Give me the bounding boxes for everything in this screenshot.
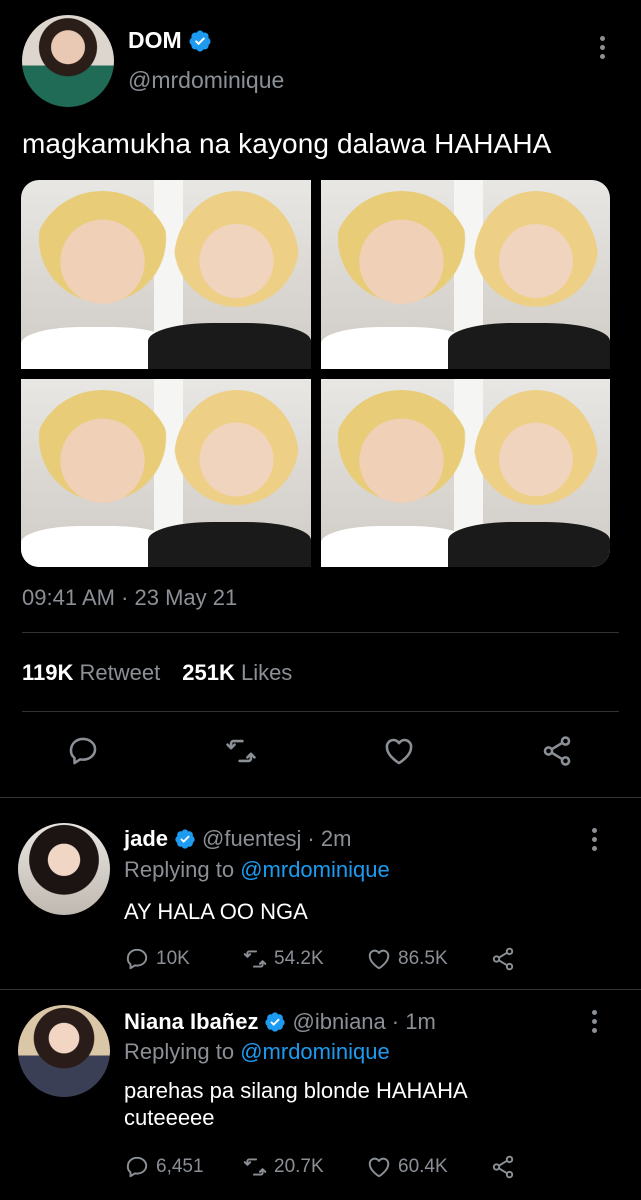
retweet-icon[interactable] [224,734,258,768]
reply-text-line: parehas pa silang blonde HAHAHA [124,1078,468,1103]
retweet-label: Retweet [79,660,161,685]
reply-action[interactable]: 10K [124,946,242,972]
like-count: 86.5K [398,948,448,969]
reply-action[interactable]: 6,451 [124,1154,242,1180]
reply-author-handle[interactable]: @ibniana [292,1009,385,1035]
like-action[interactable]: 60.4K [366,1154,490,1180]
retweet-count: 54.2K [274,948,324,969]
reply-meta: jade @fuentesj · 2m [124,826,351,852]
share-icon [492,1155,514,1179]
tweet-photo-4[interactable] [320,378,610,567]
heart-icon [368,1157,390,1178]
reply-count: 6,451 [156,1156,204,1177]
like-count: 251K [182,660,235,685]
author-name[interactable]: DOM [128,27,182,54]
like-label: Likes [240,660,293,685]
reply-icon [126,1156,148,1178]
share-icon[interactable] [540,734,574,768]
retweet-action[interactable]: 20.7K [242,1154,366,1180]
author-avatar[interactable] [22,15,114,107]
reply-actions: 6,451 20.7K 60.4K [124,1154,516,1180]
heart-icon[interactable] [382,734,416,768]
divider [22,632,619,633]
retweet-icon [243,1158,267,1176]
divider [0,989,641,990]
share-icon [492,947,514,971]
like-stat[interactable]: 251K Likes [182,660,292,686]
retweet-stat[interactable]: 119K Retweet [22,660,160,686]
reply-avatar[interactable] [18,823,110,915]
verified-badge-icon [265,1012,286,1032]
like-action[interactable]: 86.5K [366,946,490,972]
reply-text: AY HALA OO NGA [124,899,308,924]
tweet-photo-3[interactable] [21,378,311,567]
tweet-actions [0,734,641,774]
reply-time: · 1m [391,1009,436,1034]
reply-icon[interactable] [66,734,100,768]
like-count: 60.4K [398,1156,448,1177]
retweet-count: 119K [22,660,74,685]
divider [0,797,641,798]
replying-to: Replying to @mrdominique [124,1039,390,1065]
reply-text-line: cuteeeee [124,1105,215,1130]
reply-avatar[interactable] [18,1005,110,1097]
replying-mention[interactable]: @mrdominique [240,1039,390,1064]
author-name-row: DOM [128,27,212,54]
reply-author-name[interactable]: jade [124,826,168,852]
verified-badge-icon [189,30,211,51]
reply-time: · 2m [307,826,352,851]
tweet-photo-1[interactable] [21,180,311,369]
heart-icon [368,949,390,970]
divider [22,711,619,712]
tweet-text: magkamukha na kayong dalawa HAHAHA [22,128,552,159]
reply-text: parehas pa silang blonde HAHAHA cuteeeee [124,1077,468,1131]
share-action[interactable] [490,1154,516,1180]
more-vertical-icon[interactable] [590,828,598,851]
retweet-count: 20.7K [274,1156,324,1177]
reply-author-handle[interactable]: @fuentesj [202,826,301,852]
replying-prefix: Replying to [124,1039,235,1064]
more-vertical-icon[interactable] [598,36,606,59]
reply-meta: Niana Ibañez @ibniana · 1m [124,1009,436,1035]
replying-prefix: Replying to [124,857,235,882]
retweet-icon [243,950,267,968]
verified-badge-icon [175,829,195,849]
reply-author-name[interactable]: Niana Ibañez [124,1009,258,1035]
retweet-action[interactable]: 54.2K [242,946,366,972]
tweet-photo-2[interactable] [320,180,610,369]
more-vertical-icon[interactable] [590,1010,598,1033]
reply-icon [126,948,148,970]
author-handle[interactable]: @mrdominique [128,67,284,94]
reply-count: 10K [156,948,190,969]
tweet-stats: 119K Retweet 251K Likes [22,660,292,686]
replying-to: Replying to @mrdominique [124,857,390,883]
tweet-timestamp[interactable]: 09:41 AM · 23 May 21 [22,585,237,611]
reply-actions: 10K 54.2K 86.5K [124,946,516,972]
replying-mention[interactable]: @mrdominique [240,857,390,882]
tweet-media-grid [21,180,610,567]
share-action[interactable] [490,946,516,972]
